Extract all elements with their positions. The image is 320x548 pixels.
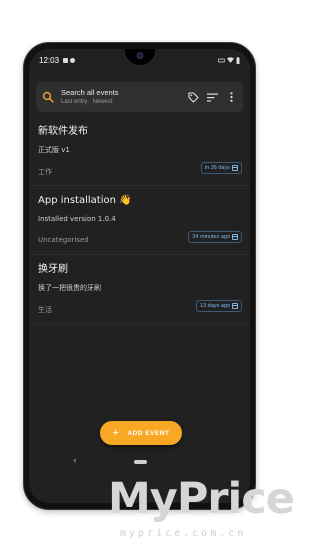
search-texts[interactable]: Search all events Last entry · Newest <box>61 88 180 107</box>
wifi-icon <box>227 57 234 63</box>
search-subtitle: Last entry · Newest <box>61 98 113 105</box>
search-icon <box>42 91 54 103</box>
event-time-chip: in 26 days <box>200 162 242 174</box>
event-list: 新软件发布 正式版 v1 工作 in 26 days App installat… <box>29 117 250 324</box>
battery-icon <box>236 56 240 64</box>
more-vert-icon[interactable] <box>225 91 237 103</box>
event-category: 生活 <box>38 306 52 314</box>
calendar-icon <box>232 303 238 309</box>
event-description: 换了一把很贵的牙刷 <box>38 284 101 292</box>
event-category: Uncategorised <box>38 236 89 244</box>
nav-back-icon[interactable]: ‹ <box>73 456 77 466</box>
calendar-icon <box>232 165 238 171</box>
event-category: 工作 <box>38 168 52 176</box>
search-bar[interactable]: Search all events Last entry · Newest <box>36 82 243 112</box>
event-card[interactable]: 换牙刷 换了一把很贵的牙刷 生活 13 days ago <box>29 255 250 324</box>
watermark-brand: MyPrice <box>108 474 295 524</box>
calendar-icon <box>232 234 238 240</box>
event-description: 正式版 v1 <box>38 146 70 154</box>
plus-icon: + <box>112 426 120 439</box>
event-card[interactable]: App installation 👋 Installed version 1.0… <box>29 186 250 255</box>
status-time: 12:03 <box>39 55 60 65</box>
event-title: 换牙刷 <box>38 264 68 275</box>
search-input[interactable]: Search all events <box>61 88 180 98</box>
notification-icon-2 <box>70 57 76 63</box>
notification-icon <box>63 57 69 63</box>
front-camera <box>136 52 143 59</box>
tag-icon[interactable] <box>187 91 199 103</box>
status-indicators <box>218 56 240 64</box>
event-description: Installed version 1.0.4 <box>38 215 116 223</box>
add-event-label: ADD EVENT <box>127 429 170 437</box>
event-time-chip: 13 days ago <box>196 300 242 312</box>
event-title: 新软件发布 <box>38 126 88 137</box>
link-icon <box>218 58 225 62</box>
event-time-chip: 34 minutes ago <box>188 231 242 243</box>
nav-home-pill[interactable] <box>134 460 147 464</box>
sort-icon[interactable] <box>206 91 218 103</box>
watermark-domain: myprice.com.cn <box>120 528 247 539</box>
event-time-text: in 26 days <box>204 165 230 171</box>
app-screen: 12:03 Search all events Last entry · New… <box>29 49 250 503</box>
add-event-button[interactable]: + ADD EVENT <box>100 421 182 445</box>
event-card[interactable]: 新软件发布 正式版 v1 工作 in 26 days <box>29 117 250 186</box>
event-time-text: 13 days ago <box>200 303 230 309</box>
event-title: App installation 👋 <box>38 195 132 206</box>
event-time-text: 34 minutes ago <box>192 234 230 240</box>
phone-frame: 12:03 Search all events Last entry · New… <box>23 42 256 510</box>
